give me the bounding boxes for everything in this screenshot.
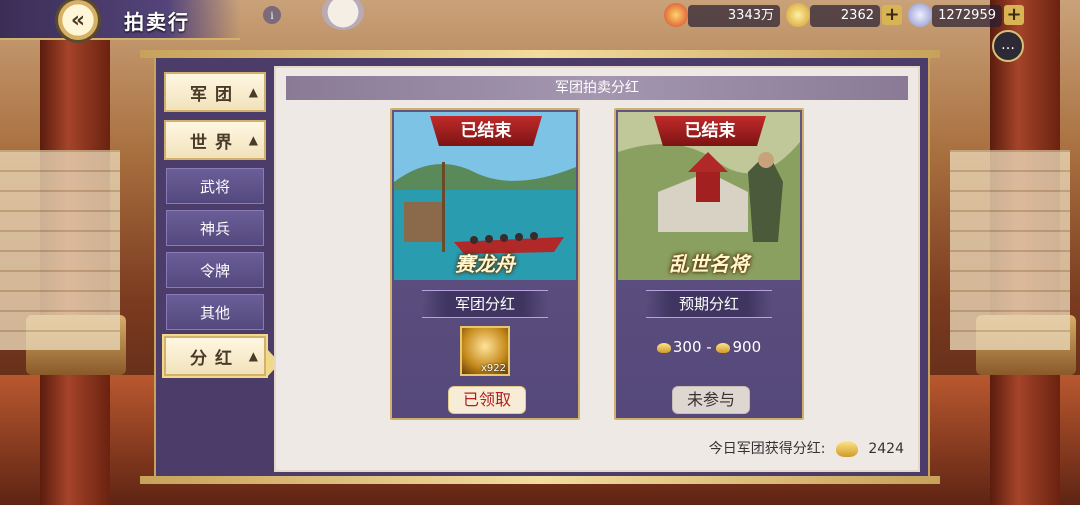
expected-range: 300 - 900 — [616, 338, 802, 356]
avatar[interactable] — [322, 0, 364, 30]
tab-weapons-label: 神兵 — [199, 219, 230, 238]
gold-ingot-reward[interactable]: x922 — [460, 326, 510, 376]
tab-legion-label: 军团 — [190, 84, 240, 105]
tab-generals[interactable]: 武将 — [166, 168, 264, 204]
daily-dividend-summary: 今日军团获得分红: 2424 — [709, 438, 904, 458]
add-gold-button[interactable]: + — [882, 5, 902, 25]
info-icon[interactable]: i — [263, 6, 281, 24]
range-separator: - — [706, 338, 712, 356]
tab-dividend[interactable]: 分红 ▲ — [164, 336, 266, 376]
dividend-card-famous-generals[interactable]: 已结束 乱世名将 预期分红 300 - 900 未参与 — [614, 108, 804, 420]
famous-generals-image: 已结束 乱世名将 — [618, 112, 800, 280]
chat-bubble-icon: … — [1001, 37, 1015, 53]
add-silver-button[interactable]: + — [1004, 5, 1024, 25]
tab-world[interactable]: 世界 ▲ — [164, 120, 266, 160]
status-ribbon: 已结束 — [430, 116, 542, 146]
frame-bottom-trim — [140, 476, 940, 484]
gold-ingot-icon — [656, 342, 671, 353]
status-ribbon: 已结束 — [654, 116, 766, 146]
tab-tokens-label: 令牌 — [199, 261, 230, 280]
war-power-icon — [664, 3, 688, 27]
tab-legion[interactable]: 军团 ▲ — [164, 72, 266, 112]
frame-top-trim — [140, 50, 940, 58]
footer-label: 今日军团获得分红: — [708, 441, 826, 457]
tab-world-label: 世界 — [190, 132, 240, 153]
gold-ingot-icon — [835, 441, 858, 457]
silver-value: 1272959 — [932, 5, 1002, 27]
silver-coin-icon — [908, 3, 932, 27]
range-max: 900 — [732, 338, 762, 356]
event-name: 赛龙舟 — [455, 252, 515, 276]
claimed-button[interactable]: 已领取 — [448, 386, 526, 414]
range-min: 300 — [672, 338, 702, 356]
tab-dividend-label: 分红 — [190, 348, 240, 369]
content-area: 军团拍卖分红 已结束 赛龙舟 军团分红 x922 已领取 已结束 乱世名将 预期… — [274, 66, 920, 472]
chat-button[interactable]: … — [992, 30, 1024, 62]
gold-ingot-icon — [716, 342, 731, 353]
reward-count: x922 — [480, 363, 506, 374]
card-label: 预期分红 — [646, 290, 772, 318]
dragon-boat-image: 已结束 赛龙舟 — [394, 112, 576, 280]
footer-value: 2424 — [868, 441, 904, 457]
chevron-up-icon: ▲ — [248, 85, 258, 99]
section-title: 军团拍卖分红 — [286, 76, 908, 100]
tab-other-label: 其他 — [199, 303, 230, 322]
tab-other[interactable]: 其他 — [166, 294, 264, 330]
tab-weapons[interactable]: 神兵 — [166, 210, 264, 246]
dividend-card-dragon-boat[interactable]: 已结束 赛龙舟 军团分红 x922 已领取 — [390, 108, 580, 420]
screen-left — [0, 150, 120, 350]
tab-tokens[interactable]: 令牌 — [166, 252, 264, 288]
not-participated-button[interactable]: 未参与 — [672, 386, 750, 414]
event-name: 乱世名将 — [669, 252, 749, 276]
page-title: 拍卖行 — [124, 10, 190, 34]
title-plate — [0, 0, 240, 40]
chevron-up-icon: ▲ — [248, 133, 258, 147]
top-bar: « 拍卖行 i 3343万 2362 + 1272959 + — [0, 0, 1080, 40]
gold-ingot-icon — [786, 3, 810, 27]
back-button[interactable]: « — [58, 0, 98, 40]
gold-value: 2362 — [810, 5, 880, 27]
screen-right — [950, 150, 1070, 350]
war-power-value: 3343万 — [688, 5, 780, 27]
tab-generals-label: 武将 — [199, 177, 230, 196]
back-arrow-icon: « — [70, 7, 86, 33]
chevron-up-icon: ▲ — [248, 349, 258, 363]
card-label: 军团分红 — [422, 290, 548, 318]
